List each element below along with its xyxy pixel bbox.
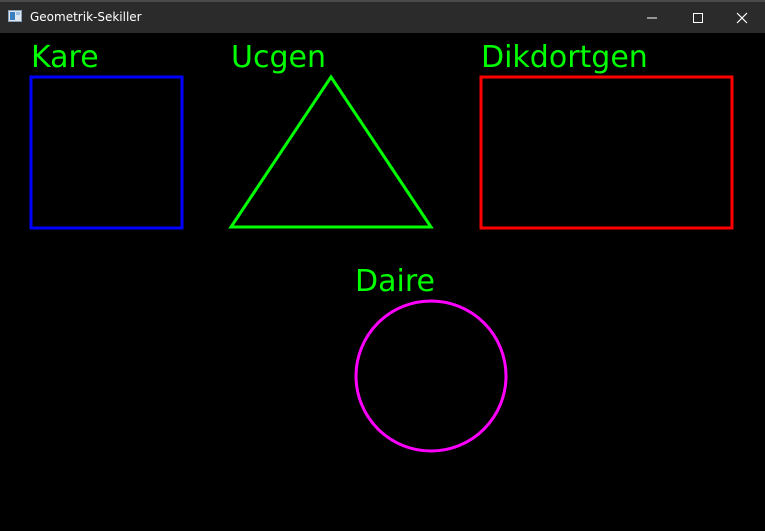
minimize-icon bbox=[647, 17, 657, 18]
minimize-button[interactable] bbox=[629, 2, 675, 33]
close-button[interactable] bbox=[719, 2, 765, 33]
triangle-label: Ucgen bbox=[231, 40, 326, 75]
green-triangle bbox=[228, 74, 434, 229]
circle-label: Daire bbox=[355, 264, 435, 299]
square-label: Kare bbox=[31, 40, 99, 75]
maximize-icon bbox=[693, 12, 703, 23]
window-title: Geometrik-Sekiller bbox=[30, 10, 142, 24]
app-window: Geometrik-Sekiller Kare Ucgen Dikdortgen bbox=[0, 0, 765, 531]
maximize-button[interactable] bbox=[675, 2, 721, 33]
drawing-canvas: Kare Ucgen Dikdortgen Daire bbox=[29, 40, 734, 453]
close-icon bbox=[736, 12, 748, 23]
title-bar[interactable]: Geometrik-Sekiller bbox=[0, 0, 765, 33]
app-icon bbox=[8, 10, 22, 22]
rectangle-label: Dikdortgen bbox=[481, 40, 648, 75]
blue-square bbox=[29, 75, 184, 230]
magenta-circle bbox=[354, 299, 508, 453]
red-rectangle bbox=[479, 75, 734, 230]
